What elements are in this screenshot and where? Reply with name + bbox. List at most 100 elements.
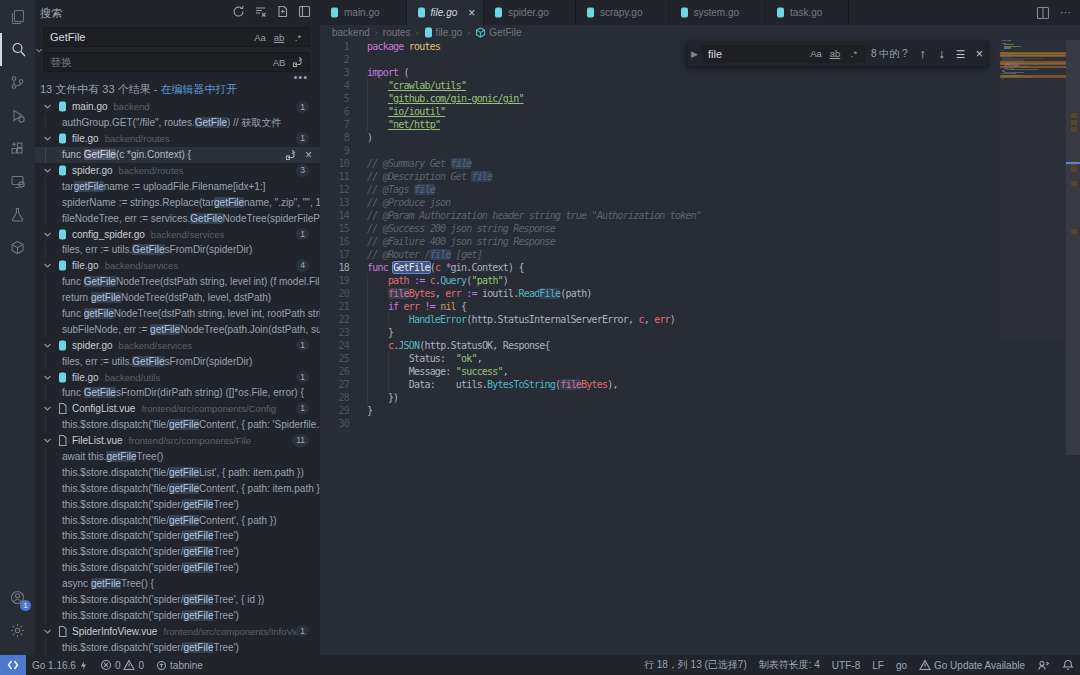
result-file-row[interactable]: main.go backend 1 bbox=[35, 99, 320, 115]
result-match-row[interactable]: this.$store.dispatch('spider/getFileTree… bbox=[35, 544, 320, 560]
replace-all-icon[interactable] bbox=[291, 55, 305, 69]
whole-word-icon[interactable]: ab bbox=[272, 30, 286, 44]
tab-file.go[interactable]: file.go× bbox=[407, 0, 485, 25]
result-file-row[interactable]: file.go backend/services 4 bbox=[35, 258, 320, 274]
status-go[interactable]: go bbox=[890, 655, 913, 675]
result-match-row[interactable]: subFileNode, err := getFileNodeTree(path… bbox=[35, 321, 320, 337]
result-match-row[interactable]: this.$store.dispatch('file/getFileConten… bbox=[35, 417, 320, 433]
breadcrumb-item[interactable]: backend bbox=[332, 27, 370, 38]
search-details-ellipsis[interactable]: ••• bbox=[293, 71, 308, 83]
activity-run-debug-icon[interactable] bbox=[0, 99, 35, 132]
find-in-selection-icon[interactable]: ☰ bbox=[953, 46, 968, 62]
result-match-row[interactable]: targetFilename := uploadFile.Filename[id… bbox=[35, 178, 320, 194]
status-feedback-icon[interactable] bbox=[1031, 655, 1056, 675]
status-utf-8[interactable]: UTF-8 bbox=[826, 655, 866, 675]
tab-main.go[interactable]: main.go bbox=[320, 0, 407, 25]
activity-source-control-icon[interactable] bbox=[0, 66, 35, 99]
tab-spider.go[interactable]: spider.go bbox=[484, 0, 576, 25]
replace-input[interactable]: 替换 AB bbox=[43, 52, 310, 72]
replace-match-icon[interactable] bbox=[285, 149, 297, 161]
status-bell-icon[interactable] bbox=[1056, 655, 1080, 675]
settings-gear-icon[interactable] bbox=[0, 614, 35, 647]
status-lf[interactable]: LF bbox=[866, 655, 890, 675]
status--18-13-7-[interactable]: 行 18，列 13 (已选择7) bbox=[638, 655, 753, 675]
result-file-row[interactable]: ConfigList.vue frontend/src/components/C… bbox=[35, 401, 320, 417]
result-match-row[interactable]: this.$store.dispatch('spider/getFileTree… bbox=[35, 639, 320, 655]
breadcrumb-item[interactable]: GetFile bbox=[475, 27, 521, 38]
tab-task.go[interactable]: task.go bbox=[766, 0, 849, 25]
tab-scrapy.go[interactable]: scrapy.go bbox=[576, 0, 670, 25]
activity-testing-icon[interactable] bbox=[0, 198, 35, 231]
open-in-editor-link[interactable]: 在编辑器中打开 bbox=[160, 83, 237, 95]
find-whole-word-icon[interactable]: ab bbox=[828, 47, 842, 61]
result-match-row[interactable]: this.$store.dispatch('spider/getFileTree… bbox=[35, 592, 320, 608]
result-match-row[interactable]: this.$store.dispatch('spider/getFileTree… bbox=[35, 496, 320, 512]
result-match-row[interactable]: return getFileNodeTree(dstPath, level, d… bbox=[35, 290, 320, 306]
status--4[interactable]: 制表符长度: 4 bbox=[753, 655, 826, 675]
result-file-row[interactable]: file.go backend/routes 1 bbox=[35, 131, 320, 147]
breadcrumb-item[interactable]: routes bbox=[383, 27, 411, 38]
find-previous-icon[interactable]: ↑ bbox=[915, 46, 930, 62]
breadcrumb-item[interactable]: file.go bbox=[424, 27, 463, 38]
result-match-row[interactable]: await this.getFileTree() bbox=[35, 449, 320, 465]
go-version[interactable]: Go 1.16.6 bbox=[26, 655, 94, 675]
tab-system.go[interactable]: system.go bbox=[670, 0, 767, 25]
scrollbar[interactable] bbox=[1066, 40, 1080, 655]
result-file-row[interactable]: FileList.vue frontend/src/components/Fil… bbox=[35, 433, 320, 449]
find-close-icon[interactable]: × bbox=[972, 46, 987, 62]
result-match-row[interactable]: this.$store.dispatch('spider/getFileTree… bbox=[35, 528, 320, 544]
result-match-row[interactable]: fileNodeTree, err := services.GetFileNod… bbox=[35, 210, 320, 226]
regex-icon[interactable]: .* bbox=[291, 30, 305, 44]
result-match-row[interactable]: func getFileNodeTree(dstPath string, lev… bbox=[35, 306, 320, 322]
activity-search-icon[interactable] bbox=[0, 33, 35, 66]
search-input[interactable]: GetFile Aa ab .* bbox=[43, 27, 310, 47]
dismiss-match-icon[interactable]: × bbox=[305, 148, 312, 162]
code-line: 5 "github.com/gin-gonic/gin" bbox=[320, 92, 1000, 105]
tabnine-status[interactable]: tabnine bbox=[150, 655, 209, 675]
result-match-row[interactable]: this.$store.dispatch('file/getFileList',… bbox=[35, 464, 320, 480]
preserve-case-icon[interactable]: AB bbox=[272, 55, 286, 69]
find-match-case-icon[interactable]: Aa bbox=[809, 47, 823, 61]
result-match-row[interactable]: async getFileTree() { bbox=[35, 576, 320, 592]
code-area[interactable]: 1package routes23import (4 "crawlab/util… bbox=[320, 40, 1000, 430]
activity-extensions-icon[interactable] bbox=[0, 132, 35, 165]
find-toggle-chevron-icon[interactable]: ▶ bbox=[687, 49, 702, 59]
result-match-row[interactable]: this.$store.dispatch('spider/getFileTree… bbox=[35, 608, 320, 624]
find-input[interactable]: file Aa ab .* bbox=[702, 45, 865, 63]
activity-bar: 1 bbox=[0, 0, 35, 655]
result-file-row[interactable]: spider.go backend/services 1 bbox=[35, 337, 320, 353]
result-match-row[interactable]: files, err := utils.GetFilesFromDir(spid… bbox=[35, 242, 320, 258]
toggle-replace-chevron-icon[interactable] bbox=[35, 44, 43, 56]
remote-indicator[interactable] bbox=[0, 655, 26, 675]
result-match-row[interactable]: func GetFile(c *gin.Context) {× bbox=[35, 147, 320, 163]
activity-remote-explorer-icon[interactable] bbox=[0, 165, 35, 198]
split-editor-icon[interactable] bbox=[1036, 6, 1050, 20]
find-regex-icon[interactable]: .* bbox=[847, 47, 861, 61]
result-match-row[interactable]: spiderName := strings.Replace(targetFile… bbox=[35, 194, 320, 210]
status-go-update-available[interactable]: Go Update Available bbox=[913, 655, 1031, 675]
open-in-editor-icon[interactable] bbox=[297, 4, 312, 19]
result-match-row[interactable]: func GetFileNodeTree(dstPath string, lev… bbox=[35, 274, 320, 290]
result-match-row[interactable]: this.$store.dispatch('spider/getFileTree… bbox=[35, 560, 320, 576]
refresh-icon[interactable] bbox=[231, 4, 246, 19]
result-file-row[interactable]: SpiderInfoView.vue frontend/src/componen… bbox=[35, 623, 320, 639]
result-match-row[interactable]: authGroup.GET("/file", routes.GetFile) /… bbox=[35, 115, 320, 131]
result-match-row[interactable]: func GetFilesFromDir(dirPath string) ([]… bbox=[35, 385, 320, 401]
more-actions-icon[interactable]: ⋯ bbox=[1060, 6, 1072, 19]
result-match-row[interactable]: this.$store.dispatch('file/getFileConten… bbox=[35, 512, 320, 528]
result-match-row[interactable]: files, err := utils.GetFilesFromDir(spid… bbox=[35, 353, 320, 369]
activity-explorer-icon[interactable] bbox=[0, 0, 35, 33]
activity-packages-icon[interactable] bbox=[0, 231, 35, 264]
new-search-editor-icon[interactable] bbox=[275, 4, 290, 19]
tab-close-icon[interactable]: × bbox=[468, 6, 475, 20]
problems-status[interactable]: 00 bbox=[94, 655, 150, 675]
result-file-row[interactable]: file.go backend/utils 1 bbox=[35, 369, 320, 385]
clear-results-icon[interactable] bbox=[253, 4, 268, 19]
minimap[interactable] bbox=[1000, 40, 1066, 340]
match-case-icon[interactable]: Aa bbox=[253, 30, 267, 44]
find-next-icon[interactable]: ↓ bbox=[934, 46, 949, 62]
result-file-row[interactable]: config_spider.go backend/services 1 bbox=[35, 226, 320, 242]
result-file-row[interactable]: spider.go backend/routes 3 bbox=[35, 163, 320, 179]
account-icon[interactable]: 1 bbox=[0, 581, 35, 614]
result-match-row[interactable]: this.$store.dispatch('file/getFileConten… bbox=[35, 480, 320, 496]
